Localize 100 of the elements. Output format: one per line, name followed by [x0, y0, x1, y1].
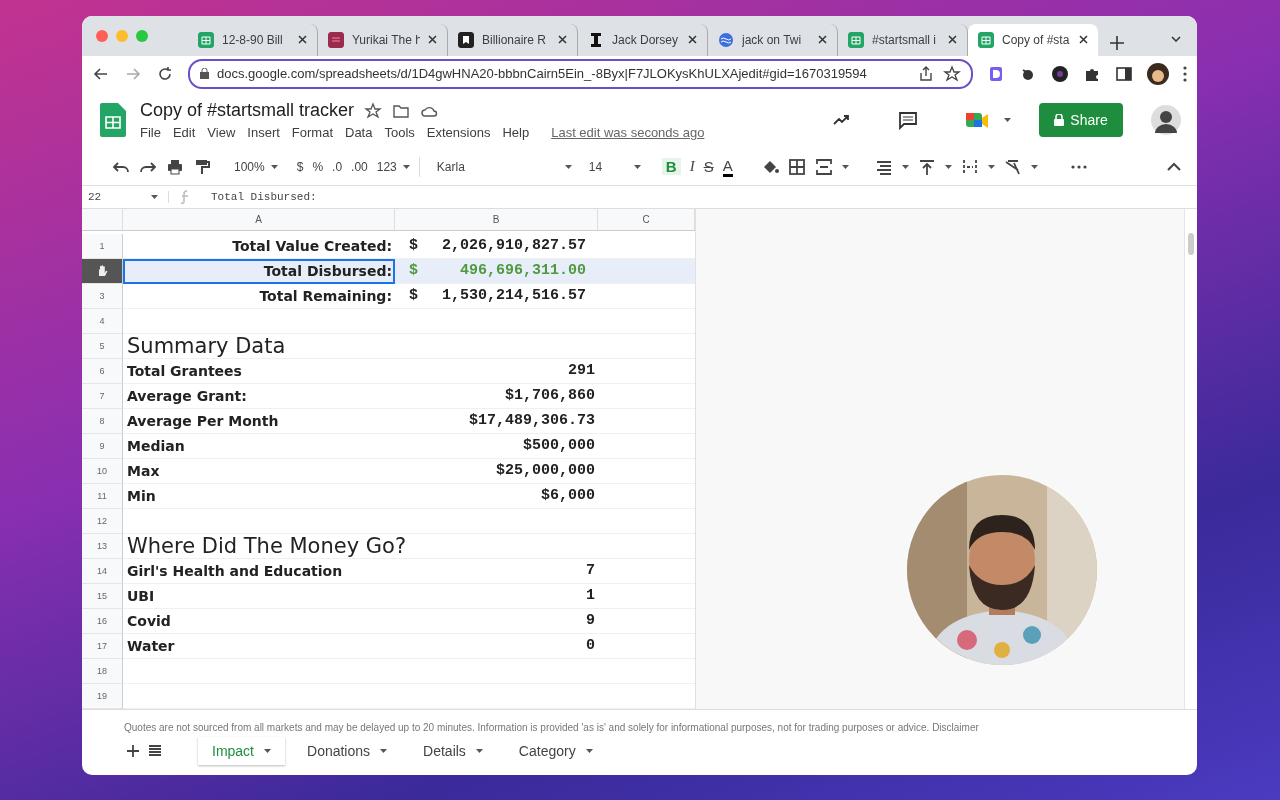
close-icon[interactable]	[688, 35, 697, 45]
row-header[interactable]: 1	[82, 233, 123, 259]
vertical-align-icon[interactable]	[917, 157, 936, 176]
close-icon[interactable]	[948, 35, 957, 45]
address-bar[interactable]: docs.google.com/spreadsheets/d/1D4gwHNA20-bbbnCairn5Ein_-8Byx|F7JLOKysKhULXAjedit#gid=1670319594	[188, 58, 973, 89]
row-header[interactable]: 10	[82, 458, 123, 484]
share-icon[interactable]	[917, 64, 935, 83]
table-cell[interactable]: Total Grantees	[123, 358, 395, 384]
increase-decimal-button[interactable]: .00	[351, 159, 368, 174]
table-cell[interactable]: 0	[395, 633, 598, 659]
table-cell[interactable]: 1	[395, 583, 598, 609]
close-icon[interactable]	[428, 35, 437, 45]
merge-cells-icon[interactable]	[814, 157, 833, 176]
text-wrap-icon[interactable]	[960, 157, 979, 176]
table-cell[interactable]: 7	[395, 558, 598, 584]
star-icon[interactable]	[364, 101, 383, 120]
menu-item[interactable]: Help	[502, 125, 530, 141]
strikethrough-button[interactable]: S	[703, 158, 714, 176]
chevron-icon[interactable]	[1171, 35, 1181, 42]
table-cell[interactable]	[598, 258, 695, 284]
italic-button[interactable]: I	[689, 158, 695, 176]
percent-format-button[interactable]: %	[312, 159, 324, 174]
reload-icon[interactable]	[156, 64, 174, 83]
row-header[interactable]: 3	[82, 283, 123, 309]
row-header[interactable]: 19	[82, 683, 123, 709]
table-cell[interactable]: Average Grant:	[123, 383, 395, 409]
table-cell[interactable]: $25,000,000	[395, 458, 598, 484]
table-cell[interactable]: Max	[123, 458, 395, 484]
currency-format-button[interactable]: $	[296, 159, 304, 174]
column-header[interactable]: A	[123, 208, 395, 231]
print-icon[interactable]	[166, 157, 184, 176]
table-cell[interactable]: $ 2,026,910,827.57	[395, 233, 598, 259]
text-rotate-icon[interactable]	[1003, 157, 1022, 176]
sheet-tab[interactable]: Category	[504, 736, 607, 765]
close-icon[interactable]	[558, 35, 567, 45]
star-icon[interactable]	[943, 64, 961, 83]
sheets-logo[interactable]	[100, 103, 126, 138]
menu-item[interactable]: Data	[345, 125, 373, 141]
row-header[interactable]: 5	[82, 333, 123, 359]
formula-field[interactable]: Total Disbursed:	[211, 190, 317, 203]
row-header[interactable]	[82, 258, 123, 284]
table-cell[interactable]: 9	[395, 608, 598, 634]
column-header[interactable]: B	[395, 208, 598, 231]
row-header[interactable]: 18	[82, 658, 123, 684]
row-header[interactable]: 17	[82, 633, 123, 659]
menu-item[interactable]: View	[207, 125, 236, 141]
menu-item[interactable]: Edit	[172, 125, 196, 141]
sheet-tab[interactable]: Donations	[293, 736, 402, 765]
zoom-dropdown[interactable]: 100%	[234, 159, 278, 174]
decrease-decimal-button[interactable]: .0	[332, 159, 343, 174]
sheet-tab[interactable]: Details	[409, 736, 497, 765]
close-icon[interactable]	[1079, 35, 1088, 45]
avatar-icon[interactable]	[1147, 62, 1169, 85]
menu-item[interactable]: Tools	[384, 125, 415, 141]
bold-button[interactable]: B	[661, 158, 681, 176]
menu-item[interactable]: Extensions	[426, 125, 491, 141]
table-cell[interactable]: Total Disbursed:	[123, 258, 395, 284]
table-cell[interactable]: Summary Data	[123, 333, 695, 359]
extension-icon[interactable]	[1051, 64, 1069, 83]
row-header[interactable]: 11	[82, 483, 123, 509]
add-sheet-icon[interactable]	[126, 743, 140, 758]
browser-tab[interactable]: Jack Dorsey	[578, 23, 708, 56]
row-header[interactable]: 4	[82, 308, 123, 334]
browser-tab[interactable]: Copy of #sta	[968, 23, 1098, 56]
table-cell[interactable]: $17,489,306.73	[395, 408, 598, 434]
table-cell[interactable]: Total Value Created:	[123, 233, 395, 259]
more-icon[interactable]	[1183, 65, 1187, 82]
table-cell[interactable]: Covid	[123, 608, 395, 634]
avatar-icon[interactable]	[1151, 105, 1181, 136]
paint-format-icon[interactable]	[193, 157, 211, 176]
menu-item[interactable]: Format	[291, 125, 333, 141]
table-cell[interactable]: $500,000	[395, 433, 598, 459]
table-cell[interactable]: $1,706,860	[395, 383, 598, 409]
row-header[interactable]: 6	[82, 358, 123, 384]
menu-item[interactable]: File	[140, 125, 161, 141]
row-header[interactable]: 8	[82, 408, 123, 434]
new-tab-icon[interactable]	[1110, 35, 1124, 50]
close-icon[interactable]	[818, 35, 827, 45]
share-button[interactable]: Share	[1039, 103, 1123, 138]
comment-icon[interactable]	[898, 110, 918, 131]
sidebar-icon[interactable]	[1115, 64, 1133, 83]
table-cell[interactable]: Median	[123, 433, 395, 459]
table-cell[interactable]: 291	[395, 358, 598, 384]
table-cell[interactable]: Girl's Health and Education	[123, 558, 395, 584]
browser-tab[interactable]: #startsmall i	[838, 23, 968, 56]
table-cell[interactable]: $ 1,530,214,516.57	[395, 283, 598, 309]
browser-tab[interactable]: jack on Twi	[708, 23, 838, 56]
table-cell[interactable]: UBI	[123, 583, 395, 609]
table-cell[interactable]: Min	[123, 483, 395, 509]
font-dropdown[interactable]: Karla	[436, 159, 572, 174]
browser-tab[interactable]: 12-8-90 Bill	[188, 23, 318, 56]
table-cell[interactable]: Average Per Month	[123, 408, 395, 434]
row-header[interactable]: 12	[82, 508, 123, 534]
table-cell[interactable]: Water	[123, 633, 395, 659]
table-cell[interactable]: Total Remaining:	[123, 283, 395, 309]
text-color-button[interactable]: A	[722, 156, 733, 177]
table-cell[interactable]: Where Did The Money Go?	[123, 533, 695, 559]
menu-item[interactable]: Insert	[247, 125, 280, 141]
all-sheets-icon[interactable]	[148, 743, 162, 758]
sheet-tab[interactable]: Impact	[198, 736, 285, 765]
